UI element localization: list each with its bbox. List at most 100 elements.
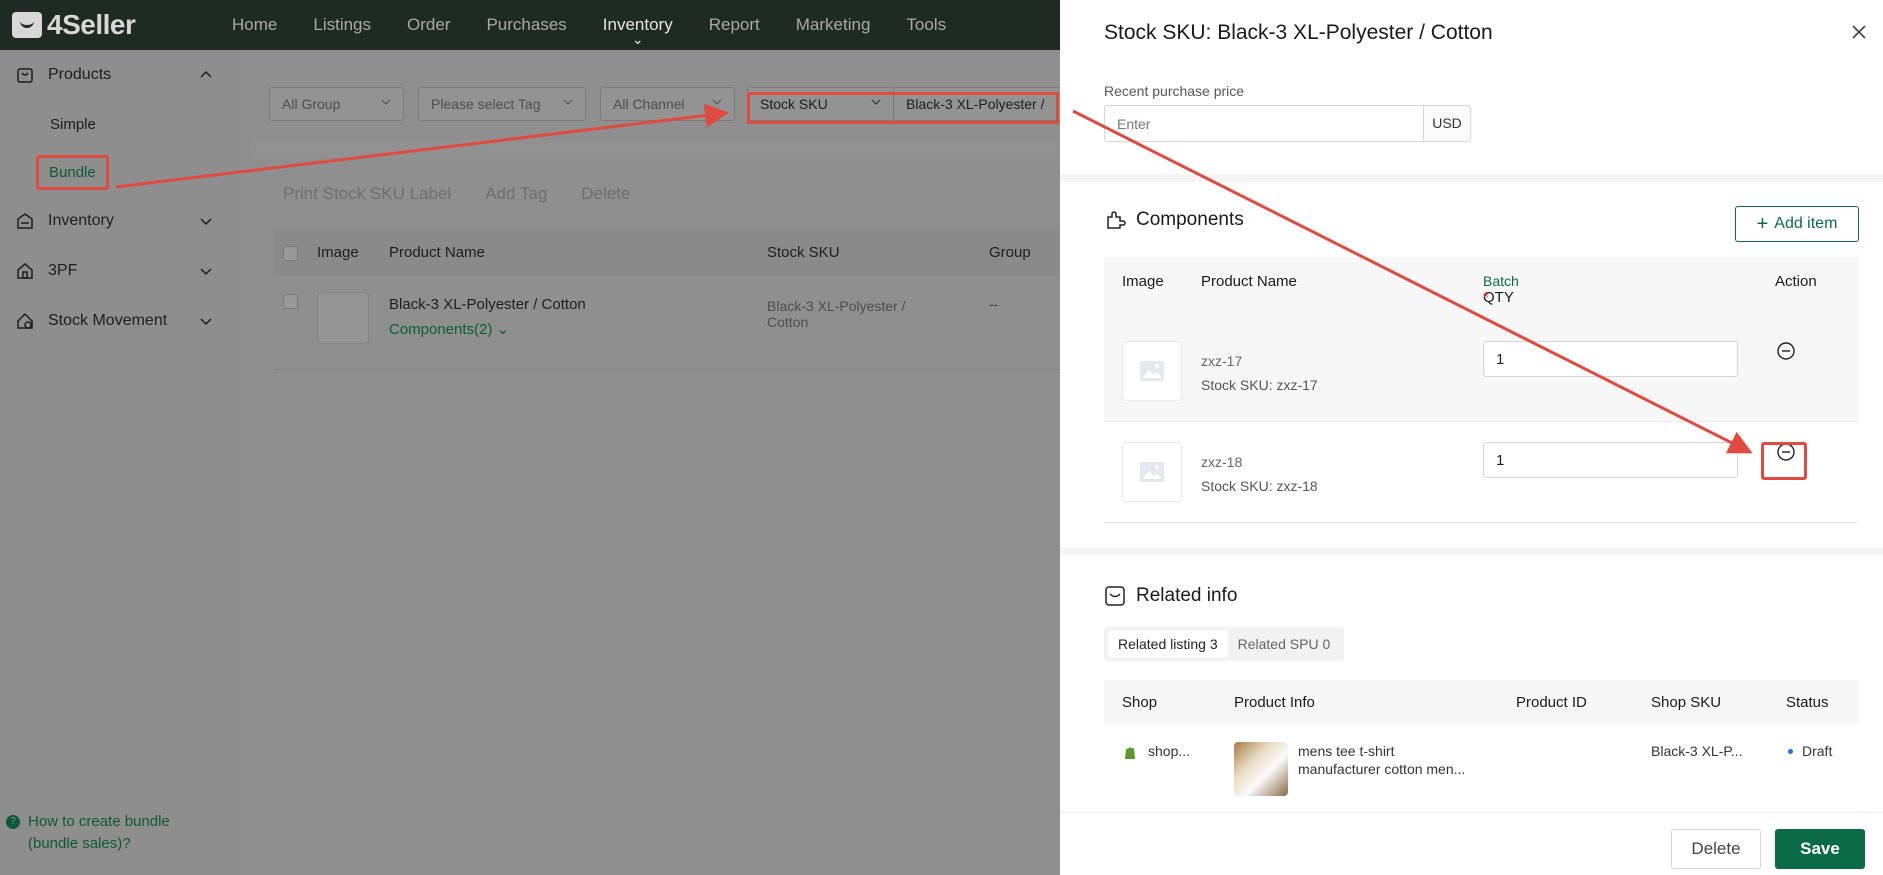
drawer-header: Stock SKU: Black-3 XL-Polyester / Cotton bbox=[1060, 0, 1883, 67]
help-link[interactable]: ? How to create bundle (bundle sales)? bbox=[6, 811, 218, 855]
bundle-table: Print Stock SKU Label Add Tag Delete Ima… bbox=[251, 158, 1081, 868]
main-content: All Group Please select Tag All Channel … bbox=[251, 68, 1081, 868]
sidebar-group-products[interactable]: Products bbox=[0, 50, 240, 100]
components-heading: Components bbox=[1104, 209, 1244, 231]
save-button[interactable]: Save bbox=[1775, 829, 1865, 869]
sidebar-group-3pf[interactable]: 3PF bbox=[0, 246, 240, 296]
table-row[interactable]: Black-3 XL-Polyester / Cotton Components… bbox=[273, 276, 1081, 370]
shop-name: shop... bbox=[1148, 743, 1191, 759]
required-mark: * bbox=[1483, 289, 1489, 306]
drawer-footer: Delete Save bbox=[1060, 812, 1883, 875]
delete-button[interactable]: Delete bbox=[1671, 829, 1761, 869]
component-qty-input[interactable] bbox=[1483, 341, 1738, 377]
col-image: Image bbox=[1122, 273, 1164, 290]
bag-icon bbox=[12, 12, 42, 38]
add-tag-button[interactable]: Add Tag bbox=[485, 184, 547, 204]
select-all-checkbox[interactable] bbox=[283, 246, 298, 261]
channel-select[interactable]: All Channel bbox=[600, 87, 735, 121]
currency-addon: USD bbox=[1423, 105, 1471, 142]
row-product-name: Black-3 XL-Polyester / Cotton bbox=[389, 296, 586, 313]
components-table: Image Product Name QTY * Batch Action zxz… bbox=[1104, 257, 1859, 523]
price-label: Recent purchase price bbox=[1104, 83, 1245, 99]
col-product-name: Product Name bbox=[1201, 273, 1297, 290]
col-stock-sku: Stock SKU bbox=[767, 244, 840, 261]
help-link-text: How to create bundle (bundle sales)? bbox=[28, 813, 170, 852]
purchase-price-input[interactable] bbox=[1104, 105, 1424, 142]
chevron-down-icon bbox=[563, 99, 573, 105]
components-toggle[interactable]: Components(2) ⌄ bbox=[389, 320, 509, 338]
related-listing-row[interactable]: shop... mens tee t-shirt manufacturer co… bbox=[1104, 724, 1859, 798]
remove-circle-icon[interactable] bbox=[1776, 341, 1796, 361]
sidebar-group-label: Stock Movement bbox=[48, 312, 168, 329]
nav-order[interactable]: Order bbox=[407, 15, 450, 35]
annotation-highlight-remove bbox=[1761, 442, 1807, 480]
sidebar-group-inventory[interactable]: Inventory bbox=[0, 196, 240, 246]
stock-movement-icon bbox=[17, 312, 33, 329]
group-select[interactable]: All Group bbox=[269, 87, 404, 121]
tab-count: 0 bbox=[1322, 636, 1331, 652]
related-heading: Related info bbox=[1104, 585, 1237, 607]
main-nav: Home Listings Order Purchases Inventory … bbox=[232, 15, 982, 35]
nav-inventory[interactable]: Inventory bbox=[603, 15, 673, 35]
chevron-down-icon bbox=[200, 268, 212, 276]
bulk-delete-button[interactable]: Delete bbox=[581, 184, 630, 204]
component-sku: Stock SKU: zxz-18 bbox=[1201, 478, 1318, 494]
row-checkbox[interactable] bbox=[283, 294, 298, 309]
component-qty-input[interactable] bbox=[1483, 442, 1738, 478]
col-group: Group bbox=[989, 244, 1031, 261]
nav-marketing[interactable]: Marketing bbox=[796, 15, 871, 35]
image-placeholder-icon bbox=[317, 292, 369, 344]
nav-report[interactable]: Report bbox=[709, 15, 760, 35]
col-product-info: Product Info bbox=[1234, 694, 1315, 711]
sidebar-group-stock-movement[interactable]: Stock Movement bbox=[0, 296, 240, 346]
plus-icon: + bbox=[1756, 212, 1769, 235]
nav-tools[interactable]: Tools bbox=[906, 15, 946, 35]
product-info-line1: mens tee t-shirt bbox=[1298, 743, 1395, 759]
related-tabs: Related listing 3 Related SPU 0 bbox=[1104, 627, 1345, 661]
annotation-highlight-search bbox=[747, 92, 1059, 124]
tab-label: Related SPU bbox=[1237, 636, 1319, 652]
status-dot bbox=[1788, 749, 1793, 754]
batch-link[interactable]: Batch bbox=[1483, 273, 1519, 289]
add-item-button[interactable]: + Add item bbox=[1735, 206, 1859, 242]
tab-related-spu[interactable]: Related SPU 0 bbox=[1228, 630, 1341, 658]
table-header: Image Product Name Stock SKU Group bbox=[273, 230, 1081, 276]
nav-purchases[interactable]: Purchases bbox=[486, 15, 566, 35]
sidebar-group-label: Inventory bbox=[48, 212, 114, 229]
product-thumbnail bbox=[1234, 742, 1288, 796]
nav-home[interactable]: Home bbox=[232, 15, 277, 35]
puzzle-icon bbox=[1107, 211, 1126, 229]
add-item-label: Add item bbox=[1774, 215, 1838, 232]
link-box-icon bbox=[1105, 586, 1125, 606]
price-section: Recent purchase price USD bbox=[1060, 67, 1883, 174]
tab-related-listing[interactable]: Related listing 3 bbox=[1108, 630, 1228, 658]
logo-text: 4Seller bbox=[47, 9, 136, 40]
tab-label: Related listing bbox=[1118, 636, 1206, 652]
sidebar-item-simple[interactable]: Simple bbox=[0, 100, 240, 148]
drawer-title: Stock SKU: Black-3 XL-Polyester / Cotton bbox=[1104, 21, 1493, 44]
print-label-button[interactable]: Print Stock SKU Label bbox=[283, 184, 451, 204]
product-info-line2: manufacturer cotton men... bbox=[1298, 761, 1466, 777]
edit-bundle-drawer: Stock SKU: Black-3 XL-Polyester / Cotton… bbox=[1060, 0, 1883, 875]
image-placeholder-icon bbox=[1122, 341, 1182, 401]
tag-select-placeholder: Please select Tag bbox=[431, 96, 541, 112]
col-action: Action bbox=[1775, 273, 1817, 290]
row-group: -- bbox=[989, 296, 999, 312]
app-logo[interactable]: 4Seller bbox=[12, 9, 208, 41]
row-stock-sku: Black-3 XL-Polyester / Cotton bbox=[767, 298, 906, 330]
related-title: Related info bbox=[1136, 585, 1238, 606]
components-toggle-label: Components(2) bbox=[389, 321, 493, 338]
group-select-value: All Group bbox=[282, 96, 341, 112]
sidebar-item-bundle[interactable]: Bundle bbox=[0, 148, 240, 196]
chevron-down-icon bbox=[200, 218, 212, 226]
nav-listings[interactable]: Listings bbox=[313, 15, 371, 35]
close-icon[interactable] bbox=[1849, 22, 1869, 42]
sidebar: Products Simple Bundle Inventory 3PF Sto… bbox=[0, 50, 240, 875]
component-sku: Stock SKU: zxz-17 bbox=[1201, 377, 1318, 393]
tag-select[interactable]: Please select Tag bbox=[418, 87, 586, 121]
status-badge: Draft bbox=[1802, 743, 1833, 759]
related-info-section: Related info Related listing 3 Related S… bbox=[1060, 555, 1883, 812]
chevron-down-icon bbox=[381, 99, 391, 105]
help-icon: ? bbox=[6, 815, 20, 829]
bulk-actions: Print Stock SKU Label Add Tag Delete bbox=[283, 184, 630, 204]
